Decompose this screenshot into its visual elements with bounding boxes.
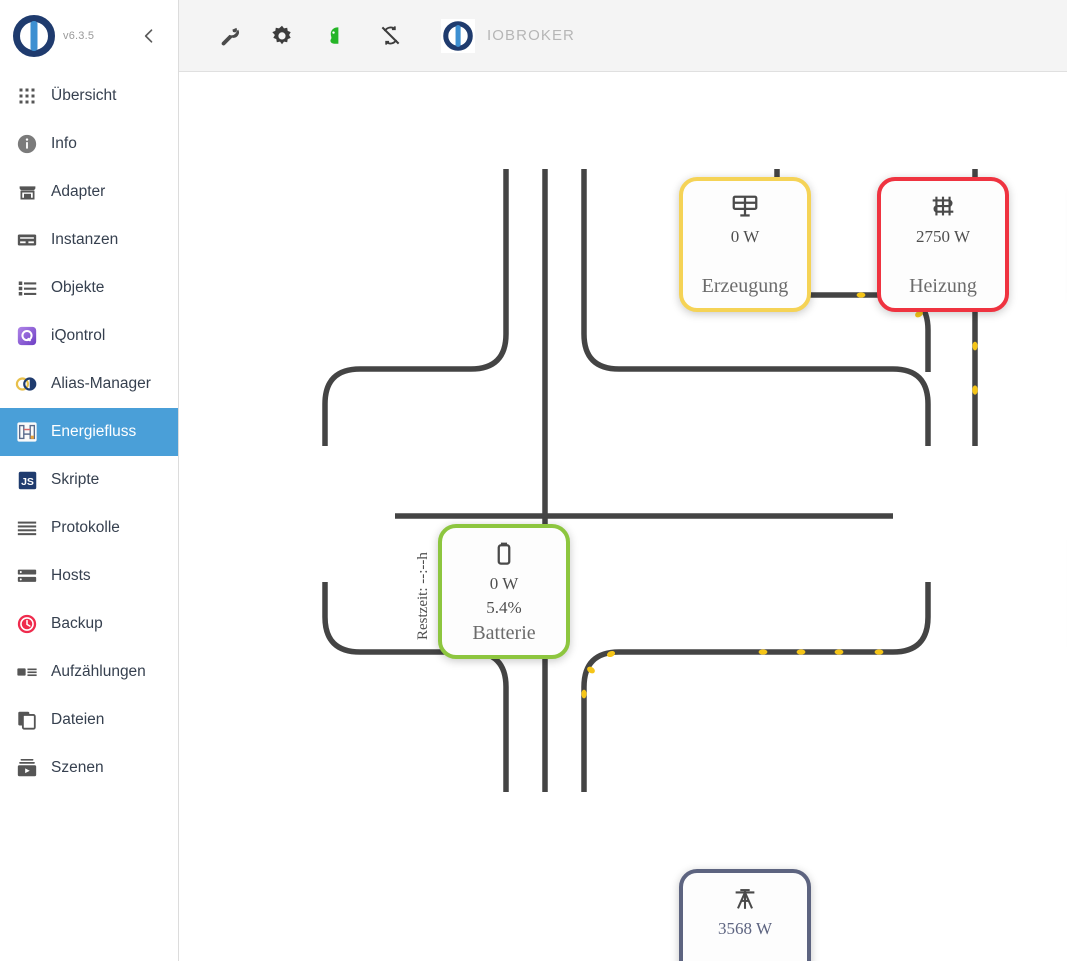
version-label: v6.3.5 bbox=[63, 30, 95, 42]
sidebar-item-energiefluss[interactable]: Energiefluss bbox=[0, 408, 178, 456]
battery-icon bbox=[490, 537, 518, 571]
sidebar-item-hosts[interactable]: Hosts bbox=[0, 552, 178, 600]
sidebar-item-label: Info bbox=[51, 135, 77, 152]
sidebar-item-aufzaehlungen[interactable]: Aufzählungen bbox=[0, 648, 178, 696]
info-circle-icon bbox=[14, 131, 40, 157]
store-icon bbox=[14, 179, 40, 205]
lines-icon bbox=[14, 515, 40, 541]
sidebar-item-label: Adapter bbox=[51, 183, 106, 200]
sidebar-item-label: Aufzählungen bbox=[51, 663, 146, 680]
sidebar-item-dateien[interactable]: Dateien bbox=[0, 696, 178, 744]
pylon-icon bbox=[730, 882, 760, 916]
sidebar-item-objekte[interactable]: Objekte bbox=[0, 264, 178, 312]
iqontrol-icon bbox=[14, 323, 40, 349]
sidebar-item-instanzen[interactable]: Instanzen bbox=[0, 216, 178, 264]
radiator-icon bbox=[928, 190, 958, 224]
node-value: 2750 W bbox=[916, 227, 970, 246]
sync-disabled-icon[interactable] bbox=[375, 21, 405, 51]
sidebar-item-label: iQontrol bbox=[51, 327, 106, 344]
enum-icon bbox=[14, 659, 40, 685]
sidebar-item-protokolle[interactable]: Protokolle bbox=[0, 504, 178, 552]
toolbar: IOBROKER bbox=[179, 0, 1067, 72]
iobroker-logo-icon bbox=[12, 14, 56, 58]
sidebar-item-adapter[interactable]: Adapter bbox=[0, 168, 178, 216]
node-value: 0 W bbox=[730, 227, 760, 246]
sidebar-item-iqontrol[interactable]: iQontrol bbox=[0, 312, 178, 360]
instances-icon bbox=[14, 227, 40, 253]
solar-panel-icon bbox=[730, 190, 760, 224]
node-value: 0 W bbox=[489, 574, 519, 593]
node-batterie[interactable]: 0 W 5.4% Batterie bbox=[438, 524, 570, 659]
grid-dots-icon bbox=[14, 83, 40, 109]
sidebar-item-label: Energiefluss bbox=[51, 423, 137, 440]
sidebar-item-info[interactable]: Info bbox=[0, 120, 178, 168]
sidebar-item-label: Hosts bbox=[51, 567, 91, 584]
sidebar-item-label: Protokolle bbox=[51, 519, 120, 536]
iobroker-logo-icon bbox=[441, 18, 475, 53]
brand-text: IOBROKER bbox=[487, 27, 575, 44]
sidebar-item-alias-manager[interactable]: Alias-Manager bbox=[0, 360, 178, 408]
node-heizung[interactable]: 2750 W Heizung bbox=[877, 177, 1009, 312]
alias-circles-icon bbox=[14, 371, 40, 397]
files-icon bbox=[14, 707, 40, 733]
sidebar-item-label: Objekte bbox=[51, 279, 105, 296]
sidebar: v6.3.5 Übersicht Info Adapter Instanzen … bbox=[0, 0, 179, 961]
sidebar-nav: Übersicht Info Adapter Instanzen Objekte… bbox=[0, 72, 178, 792]
sidebar-header: v6.3.5 bbox=[0, 0, 178, 72]
sidebar-item-label: Alias-Manager bbox=[51, 375, 151, 392]
main-area: IOBROKER 0 W Erzeugung 2750 W Heizung 0 … bbox=[179, 0, 1067, 961]
node-netz[interactable]: 3568 W Netz bbox=[679, 869, 811, 961]
node-value: 3568 W bbox=[718, 919, 772, 938]
backup-clock-icon bbox=[14, 611, 40, 637]
node-label: Batterie bbox=[472, 622, 536, 644]
brand-block: IOBROKER bbox=[441, 18, 575, 53]
chevron-left-icon[interactable] bbox=[138, 25, 160, 47]
javascript-icon: JS bbox=[14, 467, 40, 493]
server-icon bbox=[14, 563, 40, 589]
sidebar-item-szenen[interactable]: Szenen bbox=[0, 744, 178, 792]
list-tree-icon bbox=[14, 275, 40, 301]
node-value-secondary: 5.4% bbox=[486, 597, 522, 617]
sidebar-item-label: Instanzen bbox=[51, 231, 119, 248]
sidebar-item-label: Skripte bbox=[51, 471, 100, 488]
sidebar-item-uebersicht[interactable]: Übersicht bbox=[0, 72, 178, 120]
sidebar-item-label: Dateien bbox=[51, 711, 105, 728]
scenes-play-icon bbox=[14, 755, 40, 781]
app-root: v6.3.5 Übersicht Info Adapter Instanzen … bbox=[0, 0, 1067, 961]
energyflow-canvas: 0 W Erzeugung 2750 W Heizung 0 W 5.4% Ba… bbox=[179, 72, 1067, 961]
sidebar-item-label: Backup bbox=[51, 615, 103, 632]
sidebar-item-skripte[interactable]: JS Skripte bbox=[0, 456, 178, 504]
energyflow-icon bbox=[14, 419, 40, 445]
sidebar-item-label: Übersicht bbox=[51, 87, 117, 104]
node-label: Heizung bbox=[909, 275, 977, 297]
restzeit-label: Restzeit: --:--h bbox=[415, 552, 431, 640]
node-label: Erzeugung bbox=[701, 275, 789, 297]
sidebar-item-label: Szenen bbox=[51, 759, 104, 776]
wrench-icon[interactable] bbox=[213, 21, 243, 51]
node-erzeugung[interactable]: 0 W Erzeugung bbox=[679, 177, 811, 312]
gear-brightness-icon[interactable] bbox=[267, 21, 297, 51]
sidebar-item-backup[interactable]: Backup bbox=[0, 600, 178, 648]
green-head-icon[interactable] bbox=[321, 21, 351, 51]
svg-text:JS: JS bbox=[21, 475, 34, 487]
